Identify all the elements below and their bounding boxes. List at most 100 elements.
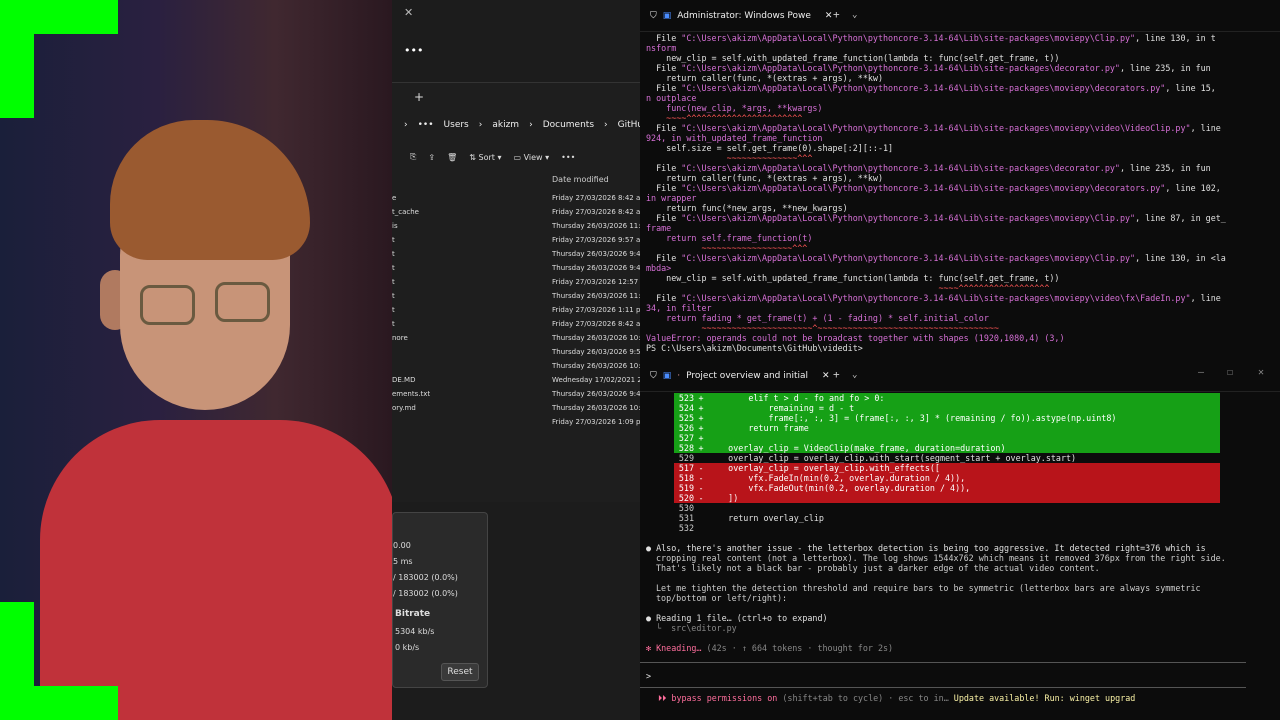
diff-code: remaining = d - t (708, 403, 855, 413)
diff-code: ]) (708, 493, 739, 503)
line-text: return caller(func, *(extras + args), **… (646, 73, 883, 83)
diff-marker: + (698, 423, 704, 433)
line-text: File (646, 253, 682, 263)
terminal-line: PS C:\Users\akizm\Documents\GitHub\vided… (646, 343, 863, 353)
view-button[interactable]: ▭ View ▾ (513, 153, 549, 162)
line-number: 532 (678, 523, 694, 533)
chevron-down-icon[interactable]: ⌄ (852, 10, 857, 20)
file-name[interactable]: e (392, 194, 432, 208)
breadcrumb-item[interactable]: akizm (492, 120, 519, 130)
file-name[interactable]: is (392, 222, 432, 236)
new-tab-icon[interactable]: + (833, 9, 840, 20)
delete-icon[interactable]: 🗑 (447, 153, 457, 162)
line-number: 523 (678, 393, 694, 403)
file-name[interactable]: t (392, 278, 432, 292)
prompt-input[interactable]: > (640, 662, 1246, 688)
update-notice: Update available! Run: winget upgrad (953, 693, 1136, 703)
diff-code: elif t > d - fo and fo > 0: (708, 393, 885, 403)
line-text: nsform (646, 43, 677, 53)
more-options-icon[interactable]: ••• (404, 44, 423, 57)
file-name[interactable]: nore (392, 334, 432, 348)
close-tab-icon[interactable]: ✕ (822, 371, 830, 381)
terminal-line: nsform (646, 43, 676, 53)
diff-line: 519- vfx.FadeOut(min(0.2, overlay.durati… (674, 483, 1220, 493)
new-tab-icon[interactable]: + (414, 90, 424, 104)
minimize-icon[interactable]: — (1198, 368, 1204, 378)
breadcrumb-item[interactable]: Users (444, 120, 469, 130)
terminal-line: 924, in with_updated_frame_function (646, 133, 822, 143)
terminal-line: File "C:\Users\akizm\AppData\Local\Pytho… (646, 33, 1216, 43)
file-name[interactable]: t (392, 320, 432, 334)
file-date: Friday 27/03/2026 8:42 am (552, 208, 642, 216)
line-text: ~~~~~~~~~~~~~~~~~~^^^ (646, 243, 808, 253)
file-name[interactable]: t (392, 264, 432, 278)
line-suffix: , line 87, in get_ (1135, 213, 1226, 223)
terminal-tab[interactable]: ⛉ ▣ · Project overview and initial ✕ (644, 364, 836, 388)
column-header-date[interactable]: Date modified (552, 175, 609, 184)
line-suffix: , line (1190, 293, 1221, 303)
file-name[interactable] (392, 348, 432, 362)
file-name[interactable]: ements.txt (392, 390, 432, 404)
footer-hint: (shift+tab to cycle) · esc to in… (777, 693, 949, 703)
close-icon[interactable]: ✕ (404, 6, 413, 19)
terminal-tab-bar: ⛉ ▣ · Project overview and initial ✕ + ⌄… (640, 360, 1280, 392)
file-date-column: Friday 27/03/2026 8:42 am Friday 27/03/20… (552, 194, 642, 432)
line-number: 526 (678, 423, 694, 433)
line-text: File (646, 83, 682, 93)
share-icon[interactable]: ⇪ (428, 153, 435, 162)
file-name[interactable]: t (392, 250, 432, 264)
terminal-line: File "C:\Users\akizm\AppData\Local\Pytho… (646, 183, 1221, 193)
terminal-line: File "C:\Users\akizm\AppData\Local\Pytho… (646, 213, 1226, 223)
file-path: "C:\Users\akizm\AppData\Local\Python\pyt… (681, 163, 1120, 173)
line-number: 520 (678, 493, 694, 503)
line-number: 530 (678, 503, 694, 513)
tool-call-label: Reading 1 file… (ctrl+o to expand) (656, 613, 828, 623)
reset-button[interactable]: Reset (441, 663, 479, 681)
view-label: View (523, 152, 543, 162)
diff-line: 532 (674, 523, 1220, 533)
chevron-right-icon[interactable]: › (404, 120, 408, 130)
file-name[interactable]: ory.md (392, 404, 432, 418)
close-tab-icon[interactable]: ✕ (825, 11, 833, 21)
terminal-tab-bar: ⛉ ▣ Administrator: Windows Powe ✕ + ⌄ (640, 0, 1280, 32)
line-suffix: , line 235, in fun (1119, 63, 1211, 73)
powershell-icon: ▣ (662, 371, 672, 381)
terminal-tab[interactable]: ⛉ ▣ Administrator: Windows Powe ✕ (644, 4, 838, 28)
terminal-line: return caller(func, *(extras + args), **… (646, 73, 883, 83)
diff-line: 531 return overlay_clip (674, 513, 1220, 523)
diff-code: overlay_clip = overlay_clip.with_start(s… (708, 453, 1077, 463)
sort-button[interactable]: ⇅ Sort ▾ (469, 153, 501, 162)
line-number: 517 (678, 463, 694, 473)
more-icon[interactable]: ••• (561, 153, 575, 162)
line-suffix: , line 130, in t (1135, 33, 1216, 43)
file-name[interactable] (392, 362, 432, 376)
breadcrumb-item[interactable]: GitHub (618, 120, 642, 130)
file-name[interactable]: t (392, 306, 432, 320)
terminal-line: mbda> (646, 263, 671, 273)
rename-icon[interactable]: ⎘ (410, 152, 416, 162)
more-icon[interactable]: ••• (418, 120, 434, 130)
diff-line: 526 + return frame (674, 423, 1220, 433)
line-number: 518 (678, 473, 694, 483)
terminal-line: frame (646, 223, 671, 233)
file-name[interactable]: t (392, 292, 432, 306)
file-name[interactable]: t_cache (392, 208, 432, 222)
file-name[interactable]: DE.MD (392, 376, 432, 390)
file-name[interactable]: t (392, 236, 432, 250)
diff-marker: - (698, 463, 704, 473)
chevron-down-icon[interactable]: ⌄ (852, 370, 857, 380)
line-text: ~~~~^^^^^^^^^^^^^^^^^^^^^^^ (646, 113, 803, 123)
diff-marker: + (698, 413, 704, 423)
file-date: Thursday 26/03/2026 10:3 (552, 404, 642, 412)
new-tab-icon[interactable]: + (833, 369, 840, 380)
terminal-line: return self.frame_function(t) (646, 233, 812, 243)
line-text: n outplace (646, 93, 697, 103)
close-window-icon[interactable]: ✕ (1258, 368, 1264, 378)
line-number: 527 (678, 433, 694, 443)
person-shirt (40, 420, 392, 720)
maximize-icon[interactable]: ☐ (1227, 368, 1233, 378)
line-text: self.size = self.get_frame(0).shape[:2][… (646, 143, 894, 153)
terminal-line: in wrapper (646, 193, 696, 203)
terminal-line: ~~~~^^^^^^^^^^^^^^^^^^ (646, 283, 1049, 293)
breadcrumb-item[interactable]: Documents (543, 120, 594, 130)
